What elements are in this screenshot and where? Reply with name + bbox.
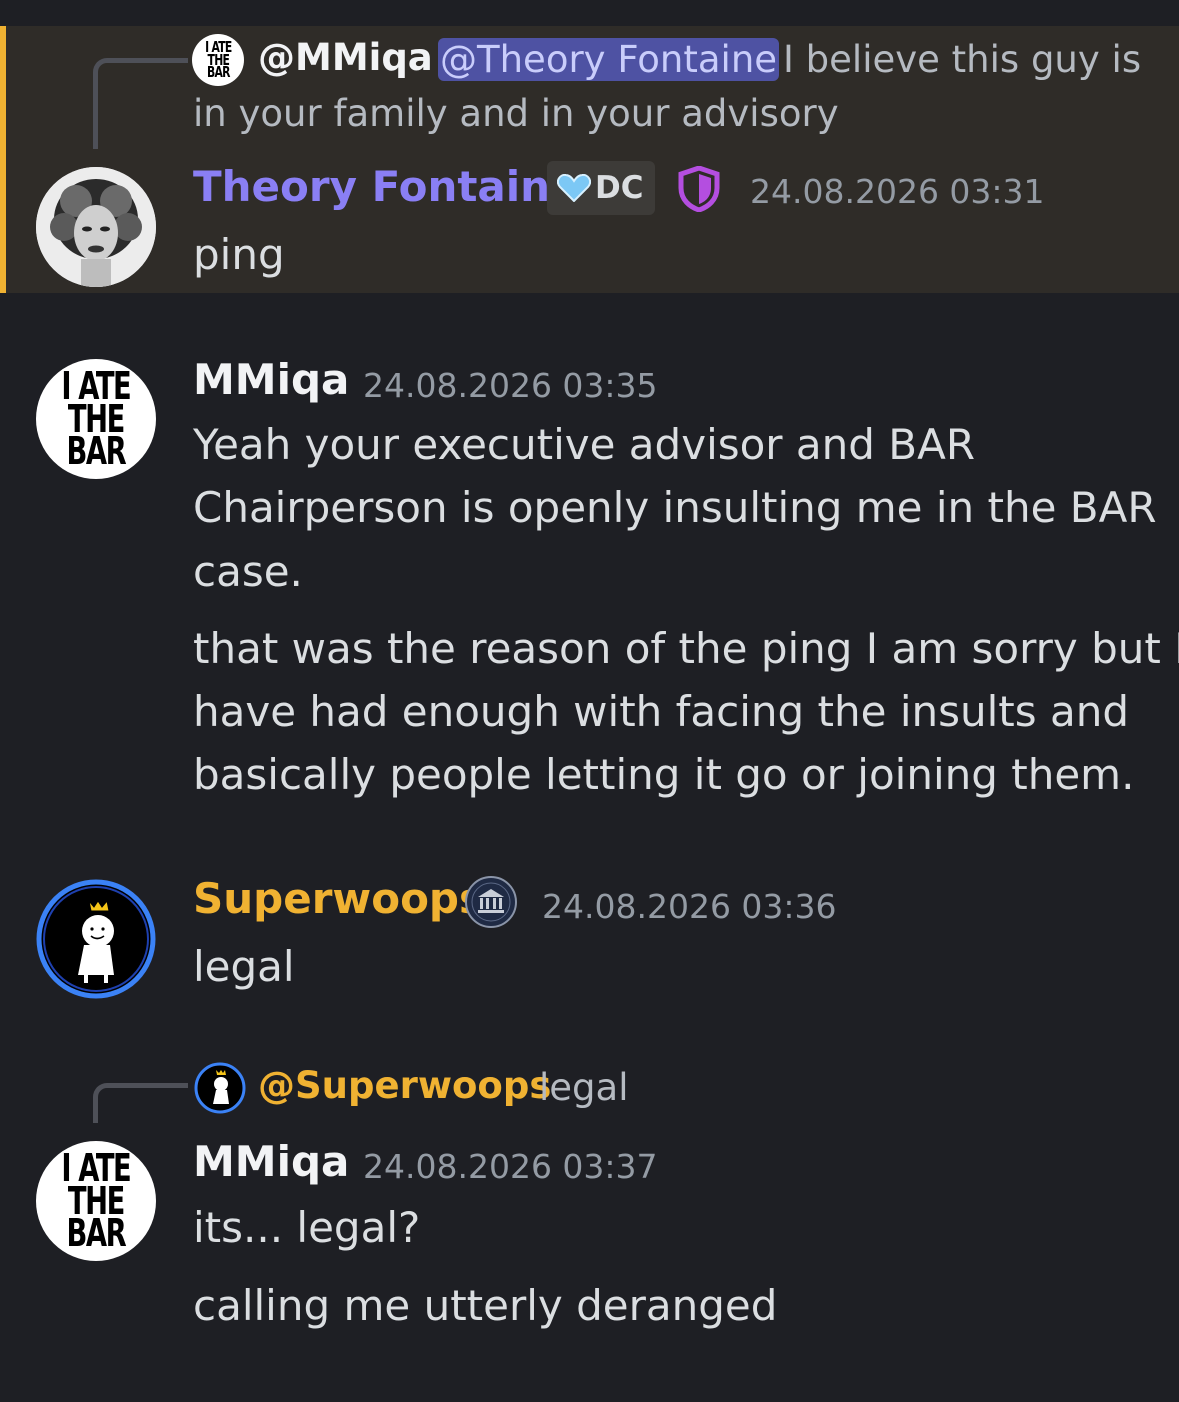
heart-icon (556, 173, 592, 203)
bar-logo: I ATE THE BAR (61, 363, 132, 474)
reply-connector (93, 58, 188, 149)
bar-logo: I ATE THE BAR (61, 1145, 132, 1256)
timestamp: 24.08.2026 03:37 (363, 1147, 658, 1186)
reply-author[interactable]: @MMiqa (258, 36, 433, 79)
message-text-line: have had enough with facing the insults … (193, 687, 1129, 736)
top-strip (0, 0, 1179, 26)
message-text-line: calling me utterly deranged (193, 1281, 778, 1330)
username-mmiqa[interactable]: MMiqa (193, 355, 349, 404)
avatar-superwoops[interactable] (36, 879, 156, 999)
username-superwoops[interactable]: Superwoops (193, 874, 484, 923)
avatar-theory-fontaine[interactable] (36, 167, 156, 287)
message-text: ping (193, 230, 285, 279)
reply-connector (93, 1083, 188, 1123)
avatar-mmiqa[interactable]: I ATE THE BAR (36, 1141, 156, 1261)
username-mmiqa[interactable]: MMiqa (193, 1137, 349, 1186)
timestamp: 24.08.2026 03:35 (363, 366, 658, 405)
bar-logo: I ATE THE BAR (204, 37, 232, 82)
reply-avatar-superwoops[interactable] (194, 1062, 246, 1114)
timestamp: 24.08.2026 03:36 (542, 887, 837, 926)
shield-icon[interactable] (677, 165, 721, 213)
reply-text-line1[interactable]: I believe this guy is (783, 33, 1141, 87)
message-text-line: Yeah your executive advisor and BAR (193, 420, 976, 469)
message-text-line: case. (193, 547, 303, 596)
username-theory-fontaine[interactable]: Theory Fontaine (193, 162, 579, 211)
reply-text-line2[interactable]: in your family and in your advisory (193, 87, 839, 141)
reply-avatar-mmiqa[interactable]: I ATE THE BAR (192, 34, 244, 86)
timestamp: 24.08.2026 03:31 (750, 172, 1045, 211)
reply-text[interactable]: legal (539, 1061, 628, 1115)
courthouse-icon[interactable] (464, 875, 518, 929)
dc-tag[interactable]: DC (547, 161, 656, 215)
reply-author[interactable]: @Superwoops (258, 1064, 551, 1107)
message-text-line: Chairperson is openly insulting me in th… (193, 483, 1157, 532)
tag-label: DC (595, 170, 644, 206)
message-text: legal (193, 942, 295, 991)
message-text-line: its... legal? (193, 1203, 421, 1252)
reply-mention[interactable]: @Theory Fontaine (438, 33, 780, 87)
message-text-line: that was the reason of the ping I am sor… (193, 624, 1179, 673)
mention-highlight-bar (0, 26, 6, 293)
avatar-mmiqa[interactable]: I ATE THE BAR (36, 359, 156, 479)
message-text-line: basically people letting it go or joinin… (193, 750, 1135, 799)
